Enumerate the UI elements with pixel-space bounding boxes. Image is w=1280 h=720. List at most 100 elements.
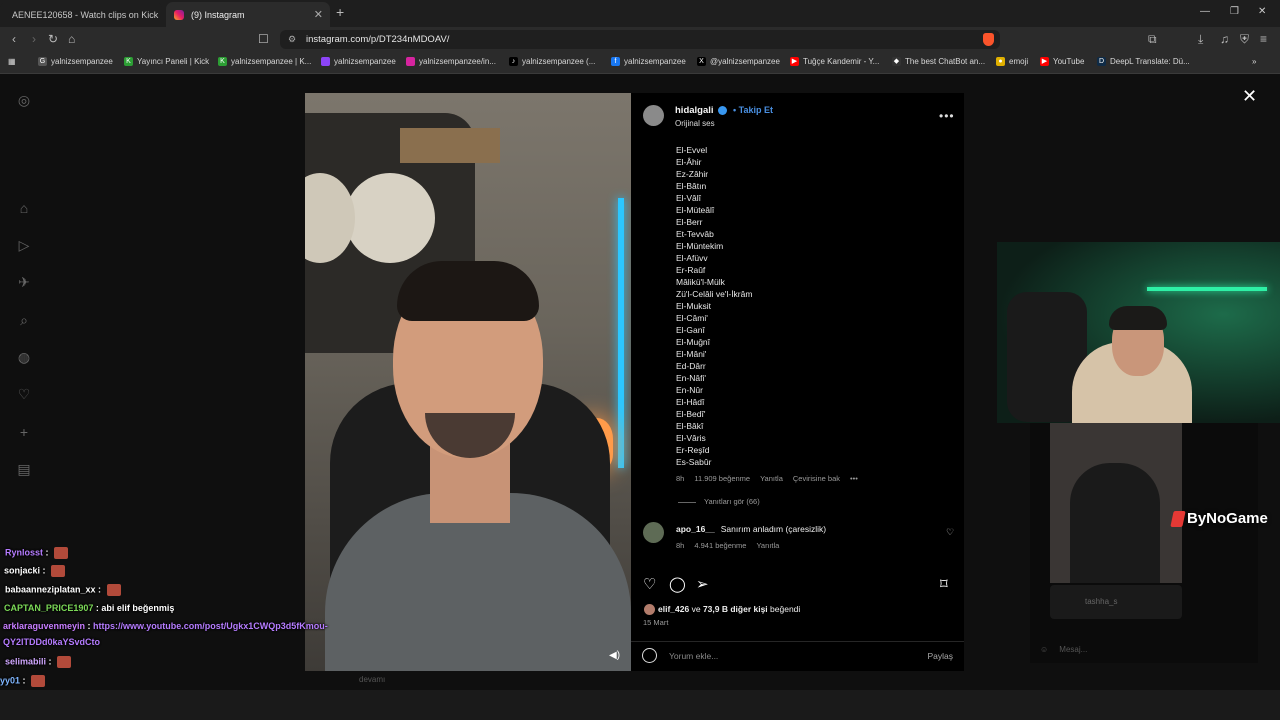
comment-2-likes[interactable]: 4.941 beğenme <box>694 541 746 550</box>
bookmark-7[interactable]: X @yalnizsempanzee <box>697 57 780 66</box>
forward-icon[interactable]: › <box>32 32 36 46</box>
chat-username[interactable]: CAPTAN_PRICE1907 <box>4 603 93 613</box>
tab-strip: AENEE120658 - Watch clips on Kick (9) In… <box>0 0 1280 27</box>
save-icon[interactable]: ⌑ <box>940 575 948 593</box>
dm-emoji-icon[interactable]: ☺ <box>1040 645 1048 654</box>
caption-name-line: El-Müntekim <box>676 241 724 251</box>
bookmark-0[interactable]: Gyalnizsempanzee <box>38 57 113 66</box>
view-replies-button[interactable]: Yanıtları gör (66) <box>678 497 760 506</box>
sponsor-logo: ByNoGame <box>1170 510 1268 527</box>
bookmark-8[interactable]: ▶ Tuğçe Kandemir - Y... <box>790 57 879 66</box>
caption-name-line: Er-Reşîd <box>676 445 710 455</box>
like-comment-icon[interactable]: ♡ <box>946 527 954 538</box>
brave-shield-icon[interactable] <box>983 33 994 46</box>
tab-kick[interactable]: AENEE120658 - Watch clips on Kick <box>0 2 162 27</box>
instagram-logo-icon[interactable]: ◎ <box>16 92 32 108</box>
chat-username[interactable]: babaanneziplatan_xx <box>5 584 96 594</box>
caption-more-icon[interactable]: ••• <box>850 474 858 483</box>
caption-likes[interactable]: 11.909 beğenme <box>694 474 750 483</box>
caption-reply-button[interactable]: Yanıtla <box>760 474 783 483</box>
dm-video-person <box>1070 463 1160 583</box>
search-nav-icon[interactable]: ⌕ <box>16 312 32 328</box>
replies-line <box>678 501 696 503</box>
address-bar[interactable]: ⚙ instagram.com/p/DT234nMDOAV/ <box>280 30 1000 49</box>
home-nav-icon[interactable]: ⌂ <box>16 200 32 216</box>
messages-icon[interactable]: ✈ <box>16 274 32 290</box>
shield-icon[interactable]: ⛨ <box>1240 32 1249 47</box>
follow-button[interactable]: • Takip Et <box>733 105 773 115</box>
bookmark-4[interactable]: yalnizsempanzee/in... <box>406 57 496 66</box>
reload-icon[interactable]: ↻ <box>48 32 58 46</box>
comment-icon[interactable]: ◯ <box>669 575 686 593</box>
menu-icon[interactable]: ≡ <box>1260 32 1267 46</box>
chat-username[interactable]: Rynlosst <box>5 547 43 557</box>
chat-username[interactable]: selimabili <box>5 656 46 666</box>
emoji-icon[interactable] <box>642 648 657 663</box>
minimize-icon[interactable]: — <box>1200 6 1210 17</box>
post-date: 15 Mart <box>643 618 669 627</box>
media-icon[interactable]: ♫ <box>1220 32 1229 46</box>
chat-message: CAPTAN_PRICE1907 : abi elif beğenmiş <box>4 603 174 613</box>
bookmark-5[interactable]: ♪ yalnizsempanzee (... <box>509 57 595 66</box>
caption-name-line: El-Bâtın <box>676 181 707 191</box>
close-tab-icon[interactable]: ✕ <box>314 8 323 21</box>
chat-message: sonjacki : <box>4 565 66 577</box>
comment-bar: Yorum ekle... Paylaş <box>631 641 964 671</box>
author-username[interactable]: hidalgali <box>675 105 727 116</box>
video-moon-art <box>345 173 435 263</box>
bookmark-9[interactable]: ◆ The best ChatBot an... <box>892 57 985 66</box>
apps-icon[interactable]: ▦ <box>8 57 16 66</box>
caption-name-line: El-Mâni' <box>676 349 707 359</box>
bookmark-12[interactable]: D DeepL Translate: Dü... <box>1097 57 1190 66</box>
close-post-icon[interactable]: ✕ <box>1242 86 1257 107</box>
commenter-avatar[interactable] <box>643 522 664 543</box>
chat-username[interactable]: arklaraguvenmeyin <box>3 621 85 631</box>
liker-avatar[interactable] <box>644 604 655 615</box>
dm-input[interactable]: ☺ Mesaj... <box>1040 645 1087 654</box>
comment-input[interactable]: Yorum ekle... <box>669 651 718 661</box>
post-video[interactable] <box>305 93 631 671</box>
insights-icon[interactable]: ▤ <box>16 461 32 477</box>
caption-name-line: El-Vâris <box>676 433 706 443</box>
back-icon[interactable]: ‹ <box>12 32 16 46</box>
dm-user-chip[interactable]: tashha_s <box>1050 585 1182 619</box>
mute-icon[interactable]: ◀) <box>609 650 620 661</box>
likes-summary[interactable]: elif_426 ve 73,9 B diğer kişi beğendi <box>658 604 800 614</box>
bookmark-1[interactable]: K Yayıncı Paneli | Kick <box>124 57 209 66</box>
audio-label[interactable]: Orijinal ses <box>675 119 715 128</box>
new-tab-icon[interactable]: + <box>336 4 344 20</box>
bookmark-3[interactable]: yalnizsempanzee <box>321 57 396 66</box>
bookmark-6[interactable]: f yalnizsempanzee <box>611 57 686 66</box>
chat-text[interactable]: https://www.youtube.com/post/Ugkx1CWQp3d… <box>93 621 328 631</box>
bookmark-page-icon[interactable]: ☐ <box>258 32 269 46</box>
reels-icon[interactable]: ▷ <box>16 237 32 253</box>
explore-icon[interactable]: ◍ <box>16 349 32 365</box>
notifications-icon[interactable]: ♡ <box>16 386 32 402</box>
extensions-icon[interactable]: ⧉ <box>1148 32 1157 47</box>
site-info-icon[interactable]: ⚙ <box>288 30 296 49</box>
home-icon[interactable]: ⌂ <box>68 32 75 46</box>
author-avatar[interactable] <box>643 105 664 126</box>
more-options-icon[interactable]: ••• <box>939 109 955 123</box>
create-icon[interactable]: + <box>16 424 32 440</box>
chat-username[interactable]: yy01 <box>0 675 20 685</box>
caption-name-line: El-Âhir <box>676 157 702 167</box>
bookmark-11[interactable]: ▶ YouTube <box>1040 57 1084 66</box>
comment-2-user[interactable]: apo_16__ <box>676 524 715 534</box>
bookmark-10[interactable]: ● emoji <box>996 57 1028 66</box>
comment-2-reply-button[interactable]: Yanıtla <box>756 541 779 550</box>
maximize-icon[interactable]: ❐ <box>1230 6 1239 17</box>
like-icon[interactable]: ♡ <box>643 575 656 593</box>
translate-button[interactable]: Çevirisine bak <box>793 474 840 483</box>
chat-username[interactable]: sonjacki <box>4 565 40 575</box>
downloads-icon[interactable]: ⤓ <box>1198 32 1203 47</box>
post-comment-button[interactable]: Paylaş <box>927 651 953 661</box>
tab-instagram[interactable]: (9) Instagram ✕ <box>166 2 330 27</box>
share-icon[interactable]: ➢ <box>696 575 709 593</box>
more-bookmarks-icon[interactable]: » <box>1252 57 1256 66</box>
dm-video[interactable] <box>1050 423 1182 583</box>
bookmark-2[interactable]: Kyalnizsempanzee | K... <box>218 57 311 66</box>
window-close-icon[interactable]: ✕ <box>1258 6 1266 17</box>
verified-icon <box>717 105 727 115</box>
chat-separator: : <box>40 565 49 576</box>
